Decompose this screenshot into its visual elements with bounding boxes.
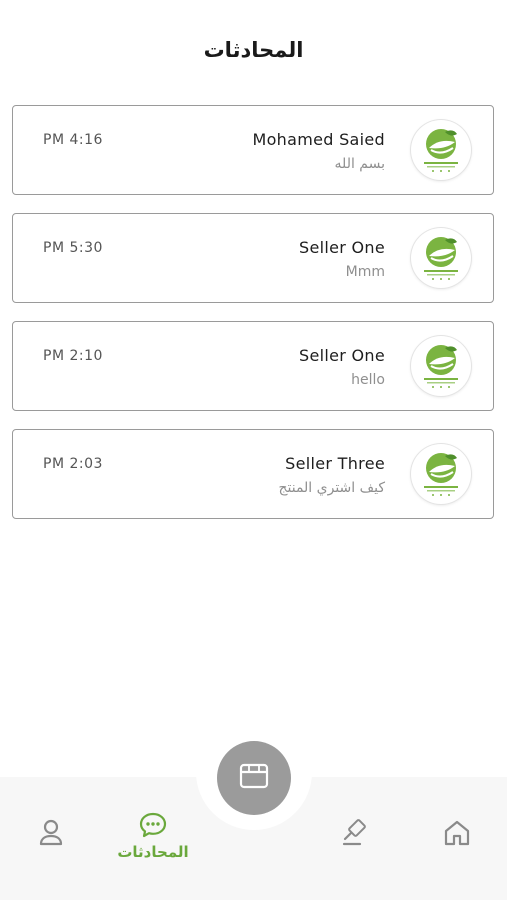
chat-preview: بسم الله: [334, 156, 385, 172]
home-icon: [442, 818, 472, 852]
store-icon: [239, 763, 269, 793]
chat-name: Mohamed Saied: [252, 130, 385, 149]
chat-preview: Mmm: [345, 264, 385, 280]
chat-preview: hello: [351, 372, 385, 388]
chat-time: PM 5:30: [43, 240, 103, 256]
chat-item[interactable]: Seller One hello PM 2:10: [12, 321, 494, 411]
chat-preview: كيف اشتري المنتج: [278, 480, 385, 496]
chat-time: PM 2:03: [43, 456, 103, 472]
user-icon: [38, 818, 64, 852]
chat-name: Seller One: [299, 346, 385, 365]
nav-chats[interactable]: المحادثات: [104, 812, 202, 861]
chat-time: PM 2:10: [43, 348, 103, 364]
chat-item[interactable]: Seller Three كيف اشتري المنتج PM 2:03: [12, 429, 494, 519]
leaf-logo-icon: [411, 444, 471, 504]
leaf-logo-icon: [411, 120, 471, 180]
nav-home[interactable]: [440, 818, 474, 852]
chat-item[interactable]: Mohamed Saied بسم الله PM 4:16: [12, 105, 494, 195]
nav-profile[interactable]: [36, 818, 66, 852]
chat-bubble-icon: [139, 812, 167, 842]
nav-auction[interactable]: [338, 818, 372, 852]
chat-name: Seller Three: [285, 454, 385, 473]
store-button[interactable]: [217, 741, 291, 815]
chat-name: Seller One: [299, 238, 385, 257]
page-title: المحادثات: [203, 38, 304, 62]
leaf-logo-icon: [411, 228, 471, 288]
chat-list: Mohamed Saied بسم الله PM 4:16 Seller On…: [12, 105, 494, 537]
chat-item[interactable]: Seller One Mmm PM 5:30: [12, 213, 494, 303]
gavel-icon: [340, 818, 370, 852]
chat-time: PM 4:16: [43, 132, 103, 148]
chats-screen: المحادثات Mohamed Saied بسم الله PM 4:16…: [0, 0, 507, 900]
leaf-logo-icon: [411, 336, 471, 396]
nav-chats-label: المحادثات: [117, 843, 189, 861]
